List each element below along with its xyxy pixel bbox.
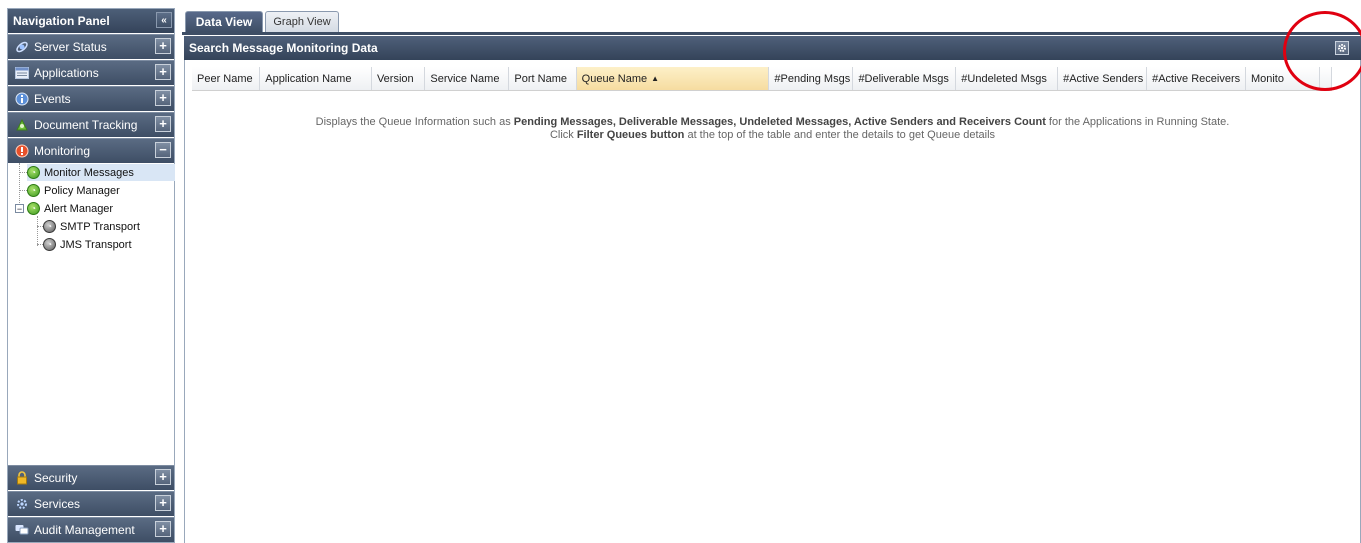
nav-section-document-tracking[interactable]: Document Tracking + (8, 112, 174, 137)
empty-grid-message: Displays the Queue Information such as P… (185, 116, 1360, 142)
navigation-panel: Navigation Panel « Server Status + Appli… (7, 8, 175, 543)
nav-section-label: Server Status (34, 40, 107, 54)
column-deliverable-msgs[interactable]: #Deliverable Msgs (853, 67, 957, 90)
expand-icon[interactable]: + (155, 495, 171, 511)
expand-icon[interactable]: + (155, 90, 171, 106)
lock-icon (14, 470, 30, 486)
column-active-receivers[interactable]: #Active Receivers (1147, 67, 1246, 90)
tree-item-smtp-transport[interactable]: ◔ SMTP Transport (43, 218, 140, 235)
expand-icon[interactable]: + (155, 521, 171, 537)
tree-item-jms-transport[interactable]: ◔ JMS Transport (43, 236, 132, 253)
panel-title: Search Message Monitoring Data (189, 41, 378, 55)
nav-section-label: Security (34, 471, 78, 485)
view-tabs: Data View Graph View (182, 8, 1361, 35)
expand-icon[interactable]: + (155, 469, 171, 485)
audit-icon (14, 522, 30, 538)
services-icon (14, 496, 30, 512)
column-peer-name[interactable]: Peer Name (192, 67, 261, 90)
nav-section-audit-management[interactable]: Audit Management + (8, 517, 174, 542)
expand-icon[interactable]: + (155, 64, 171, 80)
applications-icon (14, 65, 30, 81)
tree-item-policy-manager[interactable]: ◔ Policy Manager (27, 182, 120, 199)
tree-item-label: Policy Manager (44, 184, 120, 197)
tree-item-label: JMS Transport (60, 238, 132, 251)
nav-section-label: Events (34, 92, 71, 106)
column-port-name[interactable]: Port Name (509, 67, 577, 90)
annotation-circle (1283, 11, 1361, 91)
events-icon (14, 91, 30, 107)
nav-section-applications[interactable]: Applications + (8, 60, 174, 85)
nav-section-label: Applications (34, 66, 99, 80)
column-active-senders[interactable]: #Active Senders (1058, 67, 1148, 90)
navigation-panel-header: Navigation Panel « (8, 9, 174, 33)
nav-section-label: Document Tracking (34, 118, 138, 132)
nav-section-events[interactable]: Events + (8, 86, 174, 111)
collapse-icon[interactable]: − (155, 142, 171, 158)
status-green-icon: ◔ (27, 166, 40, 179)
expand-icon[interactable]: + (155, 38, 171, 54)
nav-section-label: Services (34, 497, 81, 511)
tree-item-label: SMTP Transport (60, 220, 140, 233)
tab-graph-view[interactable]: Graph View (265, 11, 339, 32)
monitoring-tree: ◔ Monitor Messages ◔ Policy Manager − ◔ … (8, 163, 175, 468)
column-service-name[interactable]: Service Name (425, 67, 510, 90)
tree-item-alert-manager[interactable]: ◔ Alert Manager (27, 200, 113, 217)
nav-section-monitoring[interactable]: Monitoring − (8, 138, 174, 163)
status-gray-icon: ◔ (43, 238, 56, 251)
monitoring-icon (14, 143, 30, 159)
status-gray-icon: ◔ (43, 220, 56, 233)
panel-body: Peer Name Application Name Version Servi… (184, 60, 1361, 543)
status-green-icon: ◔ (27, 184, 40, 197)
sort-ascending-icon: ▲ (651, 74, 660, 83)
tree-item-label: Alert Manager (44, 202, 114, 215)
document-tracking-icon (14, 117, 30, 133)
tree-item-label: Monitor Messages (44, 166, 134, 179)
status-green-icon: ◔ (27, 202, 40, 215)
tree-item-monitor-messages[interactable]: ◔ Monitor Messages (27, 164, 175, 181)
grid-header: Peer Name Application Name Version Servi… (192, 67, 1332, 91)
column-undeleted-msgs[interactable]: #Undeleted Msgs (956, 67, 1059, 90)
column-application-name[interactable]: Application Name (260, 67, 372, 90)
nav-section-label: Monitoring (34, 144, 91, 158)
nav-section-label: Audit Management (34, 523, 135, 537)
nav-bottom-sections: Security + Services + Audit Management + (8, 464, 174, 542)
expand-icon[interactable]: + (155, 116, 171, 132)
column-version[interactable]: Version (372, 67, 426, 90)
navigation-panel-title: Navigation Panel (13, 14, 110, 28)
column-queue-name[interactable]: Queue Name ▲ (576, 67, 770, 90)
column-pending-msgs[interactable]: #Pending Msgs (769, 67, 854, 90)
column-label: Queue Name (581, 72, 648, 85)
tab-data-view[interactable]: Data View (185, 11, 263, 32)
nav-section-services[interactable]: Services + (8, 491, 174, 516)
tree-collapse-icon[interactable]: − (15, 204, 24, 214)
main-content: Data View Graph View Search Message Moni… (182, 8, 1361, 543)
server-status-icon (14, 39, 30, 55)
empty-message-line-2: Click Filter Queues button at the top of… (549, 129, 996, 141)
empty-message-line-1: Displays the Queue Information such as P… (315, 116, 1230, 128)
collapse-panel-icon[interactable]: « (156, 12, 172, 28)
panel-header: Search Message Monitoring Data (184, 36, 1361, 60)
nav-section-server-status[interactable]: Server Status + (8, 34, 174, 59)
nav-section-security[interactable]: Security + (8, 465, 174, 490)
